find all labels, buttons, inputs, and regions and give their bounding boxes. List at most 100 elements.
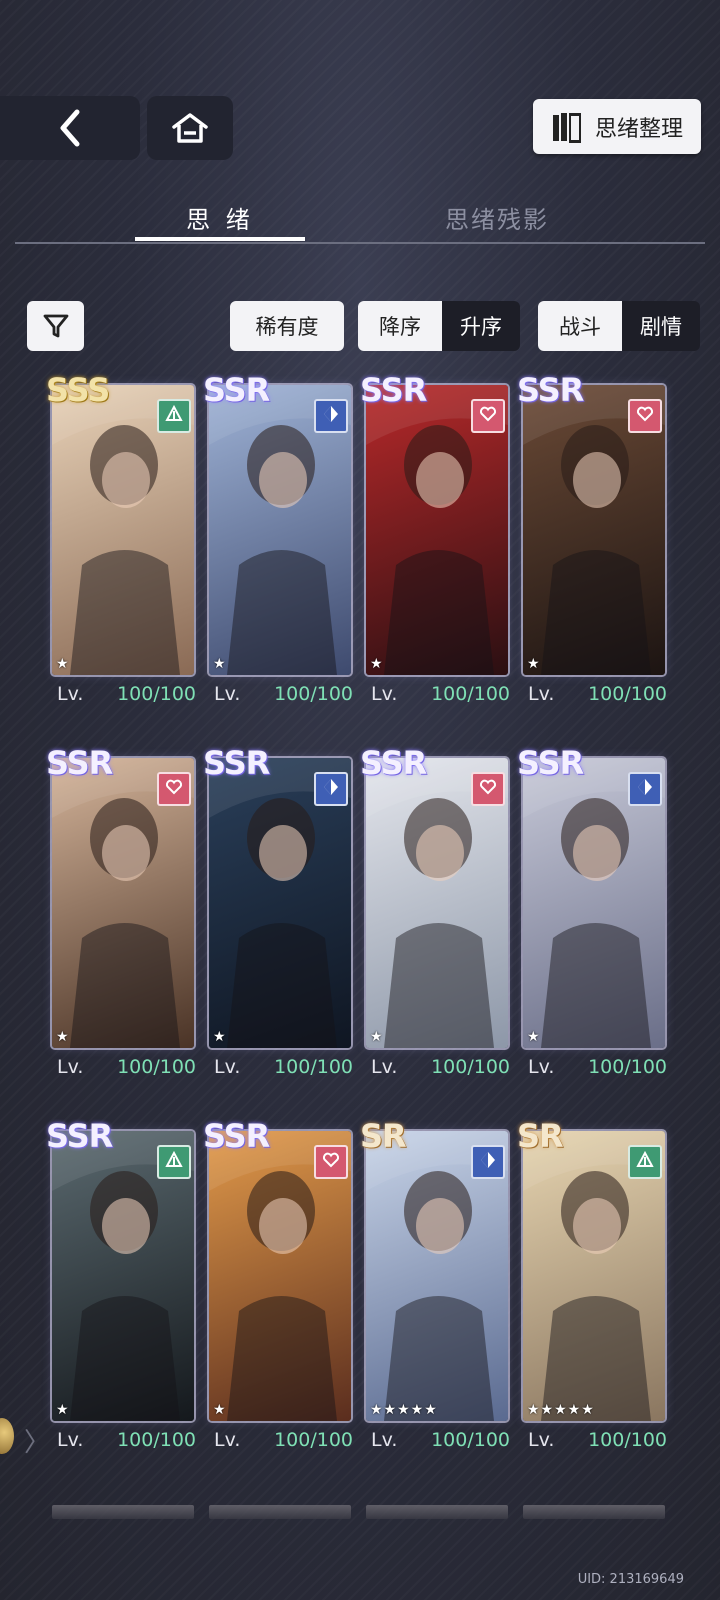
funnel-icon	[43, 314, 68, 338]
card-level-value: 100/100	[274, 1056, 353, 1078]
card-frame: ★	[366, 758, 508, 1048]
side-avatar[interactable]	[0, 1418, 14, 1454]
card-stars: ★	[56, 656, 70, 672]
battle-button[interactable]: 战斗	[538, 301, 622, 351]
card-level-value: 100/100	[431, 1056, 510, 1078]
triangle-icon	[636, 1150, 654, 1174]
rarity-sort-label: 稀有度	[255, 315, 319, 339]
card-partial[interactable]	[209, 1505, 351, 1519]
card-stars: ★★★★★	[527, 1402, 595, 1418]
card-level-value: 100/100	[274, 1429, 353, 1451]
ascending-label: 升序	[460, 315, 502, 339]
card-partial[interactable]	[523, 1505, 665, 1519]
card-rarity: SR	[360, 1117, 407, 1155]
card-frame: ★	[52, 758, 194, 1048]
card-rarity: SSR	[203, 371, 270, 409]
card-frame: ★	[523, 758, 665, 1048]
organize-button[interactable]: 思绪整理	[533, 99, 701, 154]
story-label: 剧情	[640, 315, 682, 339]
card-rarity: SSR	[46, 744, 113, 782]
card-type-badge	[471, 772, 505, 806]
card-frame: ★	[523, 385, 665, 675]
triangle-icon	[165, 1150, 183, 1174]
card-rarity: SSR	[203, 1117, 270, 1155]
card-level-value: 100/100	[431, 683, 510, 705]
card-frame: ★	[52, 385, 194, 675]
card-stars: ★	[56, 1029, 70, 1045]
chevron-right-icon[interactable]: 〉	[24, 1422, 50, 1459]
battle-label: 战斗	[559, 315, 601, 339]
card-level-value: 100/100	[588, 1056, 667, 1078]
card-frame: ★★★★★	[366, 1131, 508, 1421]
card-level-label: Lv.	[214, 1429, 241, 1451]
card-level-label: Lv.	[214, 1056, 241, 1078]
back-button[interactable]	[0, 96, 140, 160]
triangle-icon	[165, 404, 183, 428]
ascending-button[interactable]: 升序	[442, 301, 520, 351]
story-button[interactable]: 剧情	[622, 301, 700, 351]
uid-label: UID: 213169649	[577, 1572, 684, 1587]
card-rarity: SSS	[46, 371, 110, 409]
card-frame: ★	[366, 385, 508, 675]
card-type-badge	[628, 1145, 662, 1179]
card-level-value: 100/100	[431, 1429, 510, 1451]
card-frame: ★	[209, 758, 351, 1048]
card-frame: ★	[209, 385, 351, 675]
card-level-value: 100/100	[117, 683, 196, 705]
card-level-label: Lv.	[57, 683, 84, 705]
card-stars: ★	[213, 1029, 227, 1045]
card-level-value: 100/100	[117, 1429, 196, 1451]
card-level-value: 100/100	[588, 1429, 667, 1451]
card-type-badge	[314, 399, 348, 433]
tab-divider	[15, 242, 705, 244]
heart-icon	[636, 405, 654, 428]
card-stars: ★	[370, 1029, 384, 1045]
card-type-badge	[314, 1145, 348, 1179]
tab-thought-remnants[interactable]: 思绪残影	[445, 200, 549, 235]
card-level-label: Lv.	[371, 683, 398, 705]
card-level-label: Lv.	[528, 683, 555, 705]
card-rarity: SR	[517, 1117, 564, 1155]
card-frame: ★	[52, 1131, 194, 1421]
tab-label: 思 绪	[186, 206, 254, 234]
card-type-badge	[314, 772, 348, 806]
home-icon	[172, 113, 208, 143]
card-frame: ★	[209, 1131, 351, 1421]
tab-thoughts[interactable]: 思 绪	[135, 200, 305, 241]
card-type-badge	[157, 399, 191, 433]
heart-icon	[322, 1151, 340, 1174]
card-level-value: 100/100	[117, 1056, 196, 1078]
card-type-badge	[471, 1145, 505, 1179]
organize-label: 思绪整理	[594, 116, 683, 142]
card-stars: ★	[527, 656, 541, 672]
card-rarity: SSR	[517, 744, 584, 782]
card-type-badge	[157, 1145, 191, 1179]
home-button[interactable]	[147, 96, 233, 160]
card-partial[interactable]	[52, 1505, 194, 1519]
card-partial[interactable]	[366, 1505, 508, 1519]
chevron-left-icon	[60, 109, 80, 147]
card-rarity: SSR	[360, 744, 427, 782]
card-rarity: SSR	[360, 371, 427, 409]
card-type-badge	[628, 772, 662, 806]
descending-button[interactable]: 降序	[358, 301, 442, 351]
heart-icon	[479, 778, 497, 801]
filter-button[interactable]	[27, 301, 84, 351]
card-frame: ★★★★★	[523, 1131, 665, 1421]
diamond-icon	[322, 778, 340, 801]
tab-label: 思绪残影	[445, 206, 549, 234]
card-level-label: Lv.	[528, 1056, 555, 1078]
card-stars: ★★★★★	[370, 1402, 438, 1418]
descending-label: 降序	[379, 315, 421, 339]
card-level-label: Lv.	[371, 1429, 398, 1451]
card-type-badge	[157, 772, 191, 806]
card-level-label: Lv.	[371, 1056, 398, 1078]
card-rarity: SSR	[517, 371, 584, 409]
card-stars: ★	[213, 656, 227, 672]
card-level-value: 100/100	[588, 683, 667, 705]
card-level-label: Lv.	[57, 1056, 84, 1078]
diamond-icon	[479, 1151, 497, 1174]
rarity-sort-button[interactable]: 稀有度	[230, 301, 344, 351]
diamond-icon	[322, 405, 340, 428]
card-level-value: 100/100	[274, 683, 353, 705]
